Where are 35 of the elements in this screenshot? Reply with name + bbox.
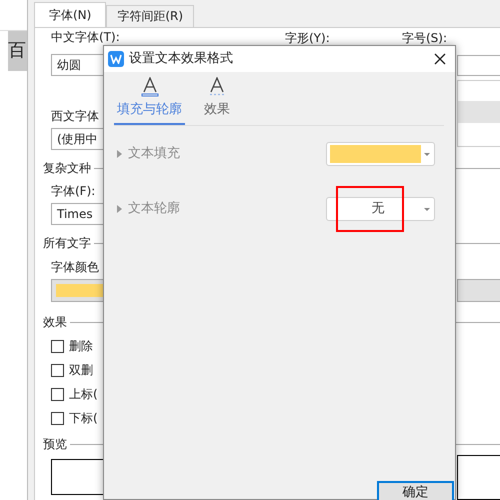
caret-icon[interactable] [424, 153, 430, 156]
text-effect-icon [208, 76, 226, 96]
checkbox[interactable] [51, 364, 64, 376]
tab[interactable]: 字符间距(R) [106, 5, 194, 27]
checkbox[interactable] [51, 388, 64, 400]
input-field[interactable] [457, 55, 500, 76]
group-label: 预览 [43, 436, 67, 452]
text-fill-icon [140, 76, 158, 96]
field-label: 字体颜色 [51, 259, 99, 275]
ok-button[interactable]: 确定 [377, 481, 454, 500]
expand-arrow-icon[interactable] [117, 150, 122, 158]
checkbox-label: 上标( [69, 386, 98, 403]
selected-text: 百 [8, 31, 27, 71]
checkbox-label: 双删 [69, 362, 93, 379]
field-label: 字体(F): [51, 183, 96, 199]
tab[interactable]: 字体(N) [34, 2, 106, 28]
checkbox[interactable] [51, 340, 64, 352]
checkbox[interactable] [51, 412, 64, 424]
dropdown-field[interactable] [457, 279, 500, 302]
group-label: 复杂文种 [43, 160, 91, 176]
expand-arrow-icon[interactable] [117, 205, 122, 213]
field-label: 字形(Y): [285, 31, 330, 45]
group-label: 所有文字 [43, 235, 91, 251]
field-label: 中文字体(T): [51, 29, 120, 45]
app-logo-icon [108, 51, 124, 67]
checkbox-label: 下标( [69, 410, 98, 427]
checkbox-label: 删除 [69, 338, 93, 355]
dropdown[interactable]: 无 [326, 197, 435, 221]
tab[interactable]: 效果 [201, 76, 233, 125]
field-label: 西文字体 [51, 108, 99, 124]
group-label: 效果 [43, 314, 67, 330]
caret-icon[interactable] [424, 208, 430, 211]
field-label: 字号(S): [402, 31, 448, 45]
list-box[interactable] [457, 80, 500, 147]
close-icon[interactable] [434, 53, 446, 65]
